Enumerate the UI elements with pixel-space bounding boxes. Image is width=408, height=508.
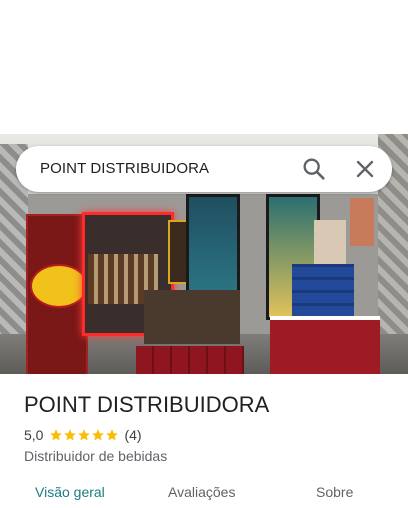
tab-overview[interactable]: Visão geral — [35, 484, 105, 500]
search-button[interactable] — [300, 155, 328, 183]
place-name: POINT DISTRIBUIDORA — [24, 392, 270, 417]
photo-boxes — [314, 220, 346, 264]
star-icon — [92, 429, 105, 441]
star-rating — [49, 428, 119, 442]
search-query[interactable]: POINT DISTRIBUIDORA — [40, 160, 209, 177]
tab-reviews[interactable]: Avaliações — [168, 484, 235, 500]
photo-red-crates — [136, 346, 244, 374]
tab-about[interactable]: Sobre — [316, 484, 353, 500]
place-tabs: Visão geral Avaliações Sobre — [0, 484, 408, 508]
photo-cooler — [270, 316, 380, 374]
star-icon — [78, 429, 91, 441]
photo-hanging-goods — [350, 198, 374, 246]
photo-beer-cases — [144, 290, 240, 344]
close-button[interactable] — [351, 155, 379, 183]
search-icon — [303, 158, 325, 180]
rating-row[interactable]: 5,0 (4) — [24, 427, 142, 443]
close-icon — [356, 160, 374, 178]
place-category[interactable]: Distribuidor de bebidas — [24, 448, 167, 464]
star-icon — [64, 429, 77, 441]
rating-value: 5,0 — [24, 427, 44, 443]
search-bar[interactable]: POINT DISTRIBUIDORA — [16, 146, 392, 192]
star-icon — [106, 429, 119, 441]
review-count[interactable]: (4) — [124, 427, 141, 443]
photo-beer-logo — [30, 264, 88, 308]
photo-blue-crates — [292, 264, 354, 316]
star-icon — [50, 429, 63, 441]
